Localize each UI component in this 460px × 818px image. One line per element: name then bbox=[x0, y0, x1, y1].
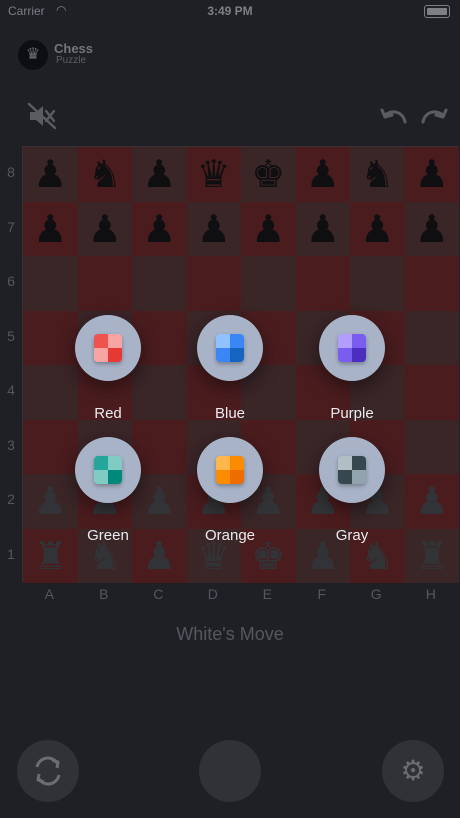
color-option-button[interactable] bbox=[75, 437, 141, 503]
rotate-board-icon bbox=[35, 756, 61, 786]
black-pawn-icon[interactable]: ♟ bbox=[405, 202, 460, 257]
black-pawn-icon[interactable]: ♟ bbox=[296, 147, 351, 202]
settings-gear-icon: ⚙ bbox=[400, 755, 426, 786]
black-pawn-icon[interactable]: ♟ bbox=[350, 202, 405, 257]
square-h6[interactable] bbox=[404, 256, 459, 311]
center-action-button[interactable] bbox=[199, 740, 261, 802]
color-option-label: Gray bbox=[335, 527, 369, 544]
speaker-mute-icon bbox=[27, 102, 57, 130]
rank-label: 7 bbox=[7, 218, 15, 235]
black-pawn-icon[interactable]: ♟ bbox=[405, 147, 460, 202]
checker-swatch-icon bbox=[338, 334, 366, 362]
color-option-label: Blue bbox=[214, 405, 246, 422]
square-a6[interactable] bbox=[23, 256, 78, 311]
square-c6[interactable] bbox=[132, 256, 187, 311]
file-label: H bbox=[425, 586, 436, 602]
file-label: A bbox=[44, 586, 54, 602]
black-knight-icon[interactable]: ♞ bbox=[350, 147, 405, 202]
file-label: C bbox=[153, 586, 164, 602]
square-g6[interactable] bbox=[350, 256, 405, 311]
color-option-label: Orange bbox=[204, 527, 256, 544]
checker-swatch-icon bbox=[216, 334, 244, 362]
file-label: B bbox=[99, 586, 109, 602]
undo-button[interactable] bbox=[378, 104, 410, 128]
black-king-icon[interactable]: ♚ bbox=[241, 147, 296, 202]
square-f6[interactable] bbox=[295, 256, 350, 311]
status-time: 3:49 PM bbox=[207, 4, 253, 18]
white-rook-icon[interactable]: ♜ bbox=[405, 529, 460, 584]
color-option-label: Red bbox=[94, 405, 122, 422]
black-pawn-icon[interactable]: ♟ bbox=[132, 147, 187, 202]
square-d6[interactable] bbox=[186, 256, 241, 311]
mute-button[interactable] bbox=[26, 102, 58, 130]
rank-label: 3 bbox=[7, 436, 15, 453]
color-option-green[interactable]: Green bbox=[48, 437, 168, 547]
rank-label: 6 bbox=[7, 273, 15, 289]
rank-label: 1 bbox=[7, 545, 15, 562]
color-option-label: Purple bbox=[330, 405, 374, 422]
color-option-button[interactable] bbox=[197, 315, 263, 381]
black-pawn-icon[interactable]: ♟ bbox=[187, 202, 242, 257]
square-h3[interactable] bbox=[404, 419, 459, 474]
white-pawn-icon[interactable]: ♟ bbox=[405, 474, 460, 529]
checker-swatch-icon bbox=[338, 456, 366, 484]
color-option-button[interactable] bbox=[75, 315, 141, 381]
black-pawn-icon[interactable]: ♟ bbox=[23, 202, 78, 257]
color-option-orange[interactable]: Orange bbox=[170, 437, 290, 547]
color-option-blue[interactable]: Blue bbox=[170, 315, 290, 425]
undo-icon bbox=[380, 108, 407, 124]
rotate-board-button[interactable] bbox=[17, 740, 79, 802]
checker-swatch-icon bbox=[94, 456, 122, 484]
black-pawn-icon[interactable]: ♟ bbox=[241, 202, 296, 257]
rank-label: 2 bbox=[7, 491, 15, 507]
checker-swatch-icon bbox=[216, 456, 244, 484]
checker-swatch-icon bbox=[94, 334, 122, 362]
file-label: G bbox=[370, 586, 382, 602]
black-pawn-icon[interactable]: ♟ bbox=[132, 202, 187, 257]
settings-button[interactable]: ⚙ bbox=[382, 740, 444, 802]
file-label: D bbox=[207, 586, 218, 602]
turn-indicator: White's Move bbox=[176, 624, 284, 644]
file-label: E bbox=[262, 586, 272, 602]
black-pawn-icon[interactable]: ♟ bbox=[78, 202, 133, 257]
black-knight-icon[interactable]: ♞ bbox=[78, 147, 133, 202]
color-option-label: Green bbox=[87, 527, 129, 544]
redo-icon bbox=[421, 108, 448, 124]
color-option-button[interactable] bbox=[319, 315, 385, 381]
color-option-button[interactable] bbox=[319, 437, 385, 503]
app-title: Chess bbox=[54, 41, 94, 56]
app-logo-crown-icon: ♛ bbox=[18, 40, 48, 70]
color-option-purple[interactable]: Purple bbox=[292, 315, 412, 425]
black-queen-icon[interactable]: ♛ bbox=[187, 147, 242, 202]
black-pawn-icon[interactable]: ♟ bbox=[296, 202, 351, 257]
color-option-red[interactable]: Red bbox=[48, 315, 168, 425]
square-b6[interactable] bbox=[77, 256, 132, 311]
square-h5[interactable] bbox=[404, 310, 459, 365]
square-e6[interactable] bbox=[241, 256, 296, 311]
battery-icon bbox=[424, 5, 450, 18]
rank-label: 5 bbox=[7, 327, 15, 344]
app-subtitle: Puzzle bbox=[56, 55, 87, 66]
status-bar: Carrier ◠ 3:49 PM bbox=[0, 0, 460, 22]
square-h4[interactable] bbox=[404, 365, 459, 420]
color-option-gray[interactable]: Gray bbox=[292, 437, 412, 547]
file-label: F bbox=[317, 586, 327, 602]
rank-label: 8 bbox=[7, 164, 15, 180]
color-option-button[interactable] bbox=[197, 437, 263, 503]
redo-button[interactable] bbox=[418, 104, 450, 128]
rank-label: 4 bbox=[7, 382, 15, 398]
black-pawn-icon[interactable]: ♟ bbox=[23, 147, 78, 202]
